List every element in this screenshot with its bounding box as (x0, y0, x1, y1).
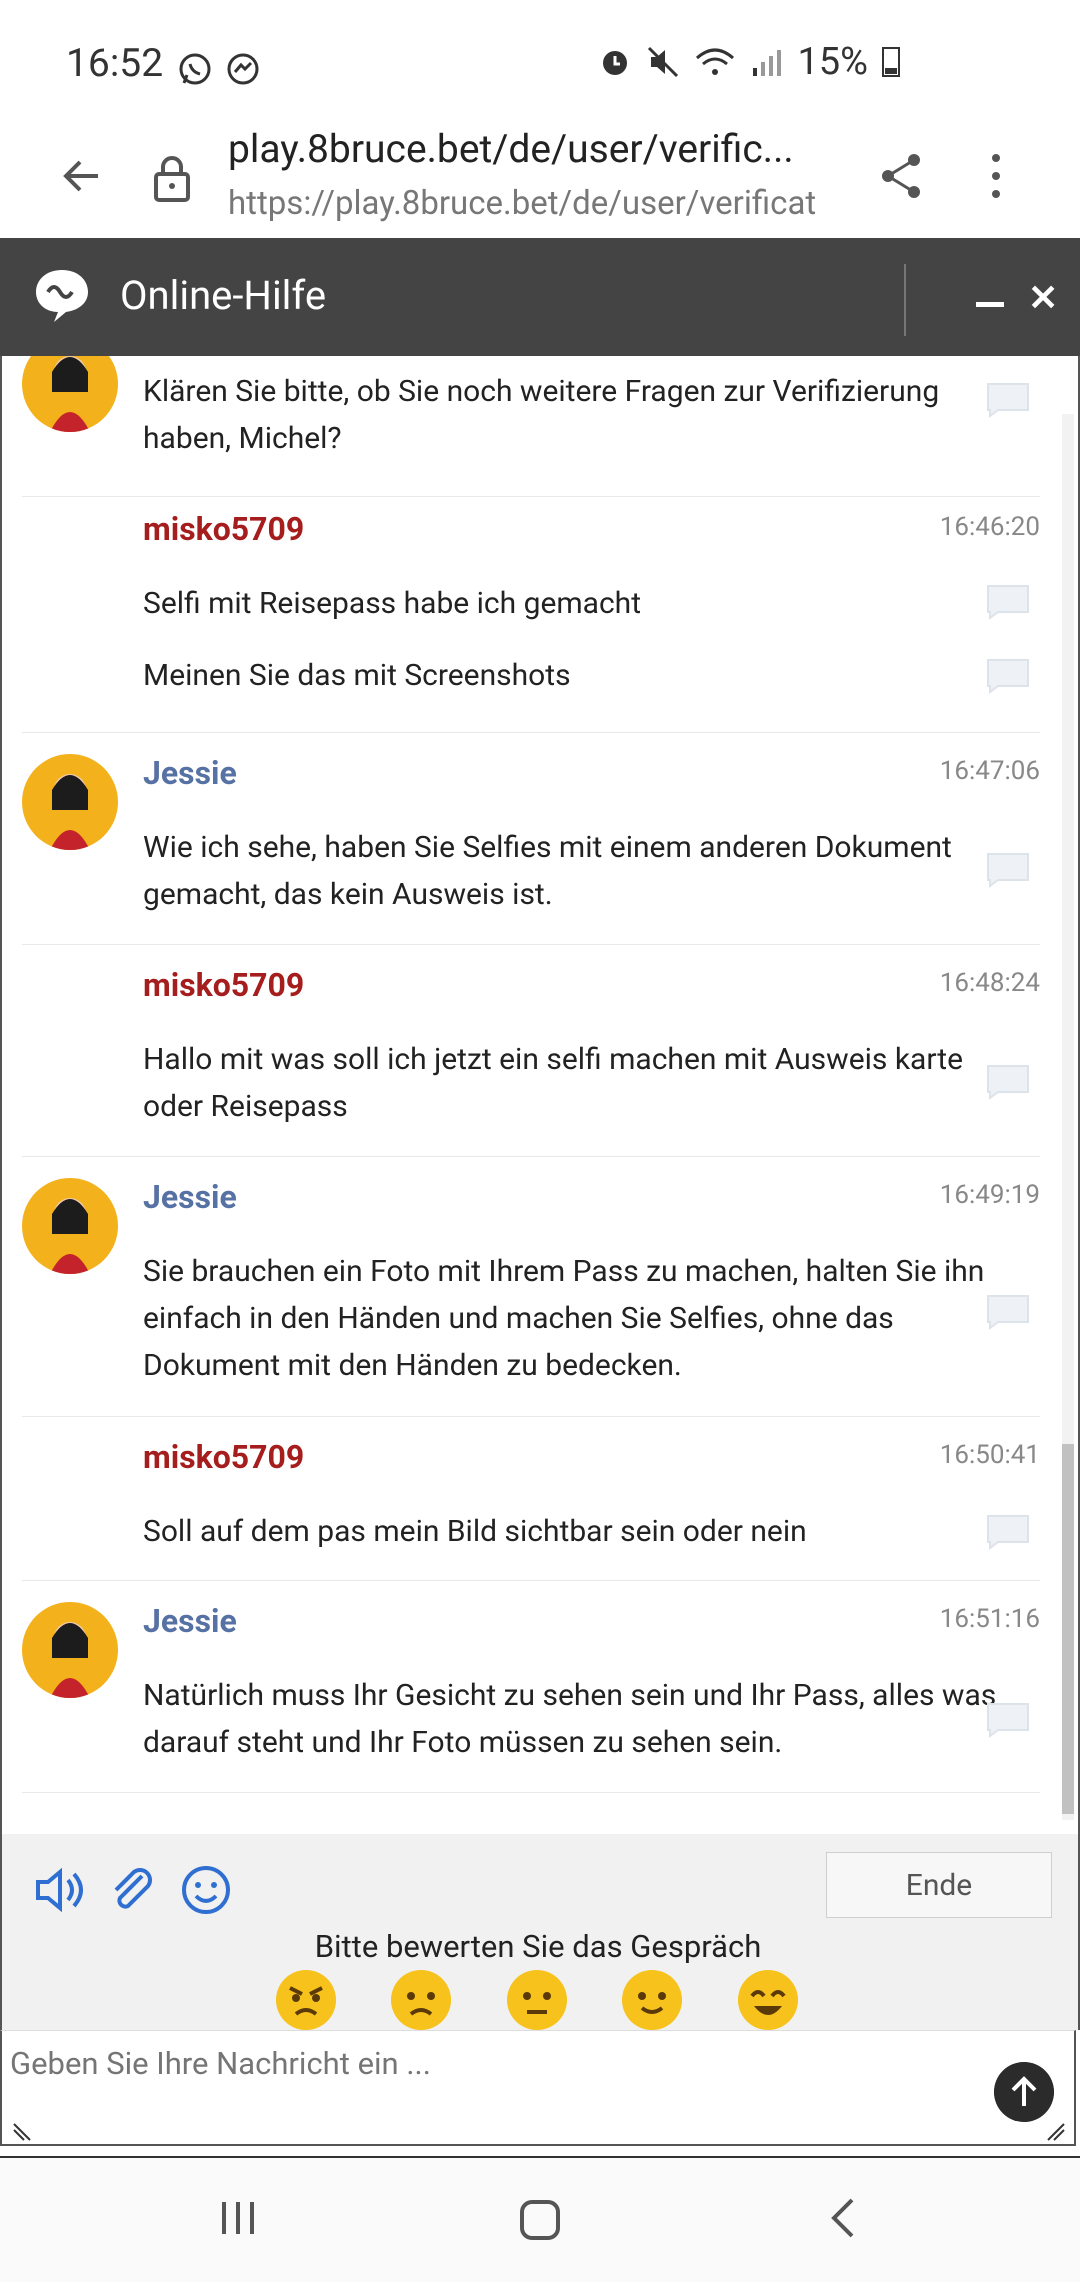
chat-bubble-icon[interactable] (984, 1062, 1032, 1102)
battery-percent: 15% (797, 40, 868, 84)
message-text: Sie brauchen ein Foto mit Ihrem Pass zu … (143, 1254, 985, 1383)
attachment-icon[interactable] (104, 1862, 160, 1918)
sender-name: Jessie (143, 1178, 237, 1216)
rating-love-icon[interactable] (736, 1968, 800, 2032)
message-input[interactable] (8, 2044, 972, 2083)
message-item: misko5709 16:48:24 Hallo mit was soll ic… (22, 944, 1040, 1157)
message-text: Meinen Sie das mit Screenshots (143, 658, 571, 693)
system-icons: 15% (597, 40, 1080, 84)
alarm-icon (603, 51, 628, 75)
avatar (22, 1178, 118, 1274)
message-item: misko5709 16:46:20 Selfi mit Reisepass h… (22, 496, 1040, 733)
sender-name: Jessie (143, 1602, 237, 1640)
lock-icon[interactable] (150, 152, 194, 204)
more-vert-icon[interactable] (980, 150, 1012, 202)
message-text: Wie ich sehe, haben Sie Selfies mit eine… (143, 830, 952, 912)
message-item: Jessie 16:51:16 Natürlich muss Ihr Gesic… (22, 1580, 1040, 1793)
rating-sad-icon[interactable] (389, 1968, 453, 2032)
chat-transcript[interactable]: Klären Sie bitte, ob Sie noch weitere Fr… (0, 356, 1080, 1834)
message-item: Klären Sie bitte, ob Sie noch weitere Fr… (22, 356, 1040, 497)
timestamp: 16:50:41 (939, 1440, 1040, 1470)
timestamp: 16:48:24 (939, 968, 1040, 998)
header-divider (904, 264, 906, 336)
mute-icon (648, 46, 679, 78)
sender-name: misko5709 (143, 1438, 305, 1476)
end-chat-button[interactable]: Ende (826, 1852, 1052, 1918)
messenger-icon (227, 53, 259, 85)
status-bar: 16:52 15% (0, 0, 1080, 120)
chat-bubble-icon[interactable] (984, 1292, 1032, 1332)
timestamp: 16:46:20 (939, 512, 1040, 542)
message-item: Jessie 16:47:06 Wie ich sehe, haben Sie … (22, 732, 1040, 945)
rating-angry-icon[interactable] (274, 1968, 338, 2032)
share-icon[interactable] (878, 150, 926, 202)
chat-bubble-icon[interactable] (984, 380, 1032, 420)
rating-prompt: Bitte bewerten Sie das Gespräch (314, 1928, 762, 1965)
chat-bubble-icon[interactable] (984, 582, 1032, 622)
recents-icon[interactable] (218, 2198, 258, 2238)
minimize-button[interactable] (976, 302, 1004, 307)
home-icon[interactable] (518, 2198, 562, 2242)
sound-icon[interactable] (32, 1862, 88, 1918)
chat-bubble-icon[interactable] (984, 1512, 1032, 1552)
message-text: Klären Sie bitte, ob Sie noch weitere Fr… (143, 374, 940, 456)
sender-name: misko5709 (143, 966, 305, 1004)
chat-bubble-icon[interactable] (984, 656, 1032, 696)
back-arrow-icon[interactable] (58, 152, 106, 200)
signal-icon (753, 50, 782, 76)
back-icon[interactable] (826, 2196, 858, 2240)
scrollbar-thumb[interactable] (1062, 1444, 1074, 1814)
resize-handle-icon[interactable] (12, 2118, 36, 2142)
url-full[interactable]: https://play.8bruce.bet/de/user/verifica… (228, 184, 848, 223)
avatar (22, 356, 118, 432)
message-item: misko5709 16:50:41 Soll auf dem pas mein… (22, 1416, 1040, 1581)
timestamp: 16:49:19 (939, 1180, 1040, 1210)
timestamp: 16:51:16 (939, 1604, 1040, 1634)
sender-name: misko5709 (143, 510, 305, 548)
timestamp: 16:47:06 (939, 756, 1040, 786)
message-text: Hallo mit was soll ich jetzt ein selfi m… (143, 1042, 963, 1124)
chat-logo-icon (36, 270, 88, 322)
chat-title: Online-Hilfe (120, 272, 327, 319)
rating-neutral-icon[interactable] (505, 1968, 569, 2032)
notification-icons (176, 50, 262, 88)
wifi-icon (696, 48, 735, 75)
message-item: Jessie 16:49:19 Sie brauchen ein Foto mi… (22, 1156, 1040, 1417)
rating-smile-icon[interactable] (620, 1968, 684, 2032)
resize-handle-icon[interactable] (1042, 2118, 1066, 2142)
whatsapp-icon (179, 53, 211, 85)
emoji-icon[interactable] (178, 1862, 234, 1918)
close-button[interactable]: ✕ (1028, 280, 1058, 316)
message-text: Natürlich muss Ihr Gesicht zu sehen sein… (143, 1678, 997, 1760)
message-text: Soll auf dem pas mein Bild sichtbar sein… (143, 1514, 807, 1549)
chat-bubble-icon[interactable] (984, 850, 1032, 890)
message-text: Selfi mit Reisepass habe ich gemacht (143, 586, 642, 621)
send-button[interactable] (994, 2062, 1054, 2122)
url-title[interactable]: play.8bruce.bet/de/user/verific... (228, 126, 848, 172)
avatar (22, 754, 118, 850)
battery-icon (882, 47, 900, 77)
chat-bubble-icon[interactable] (984, 1700, 1032, 1740)
sender-name: Jessie (143, 754, 237, 792)
avatar (22, 1602, 118, 1698)
status-time: 16:52 (66, 40, 164, 86)
